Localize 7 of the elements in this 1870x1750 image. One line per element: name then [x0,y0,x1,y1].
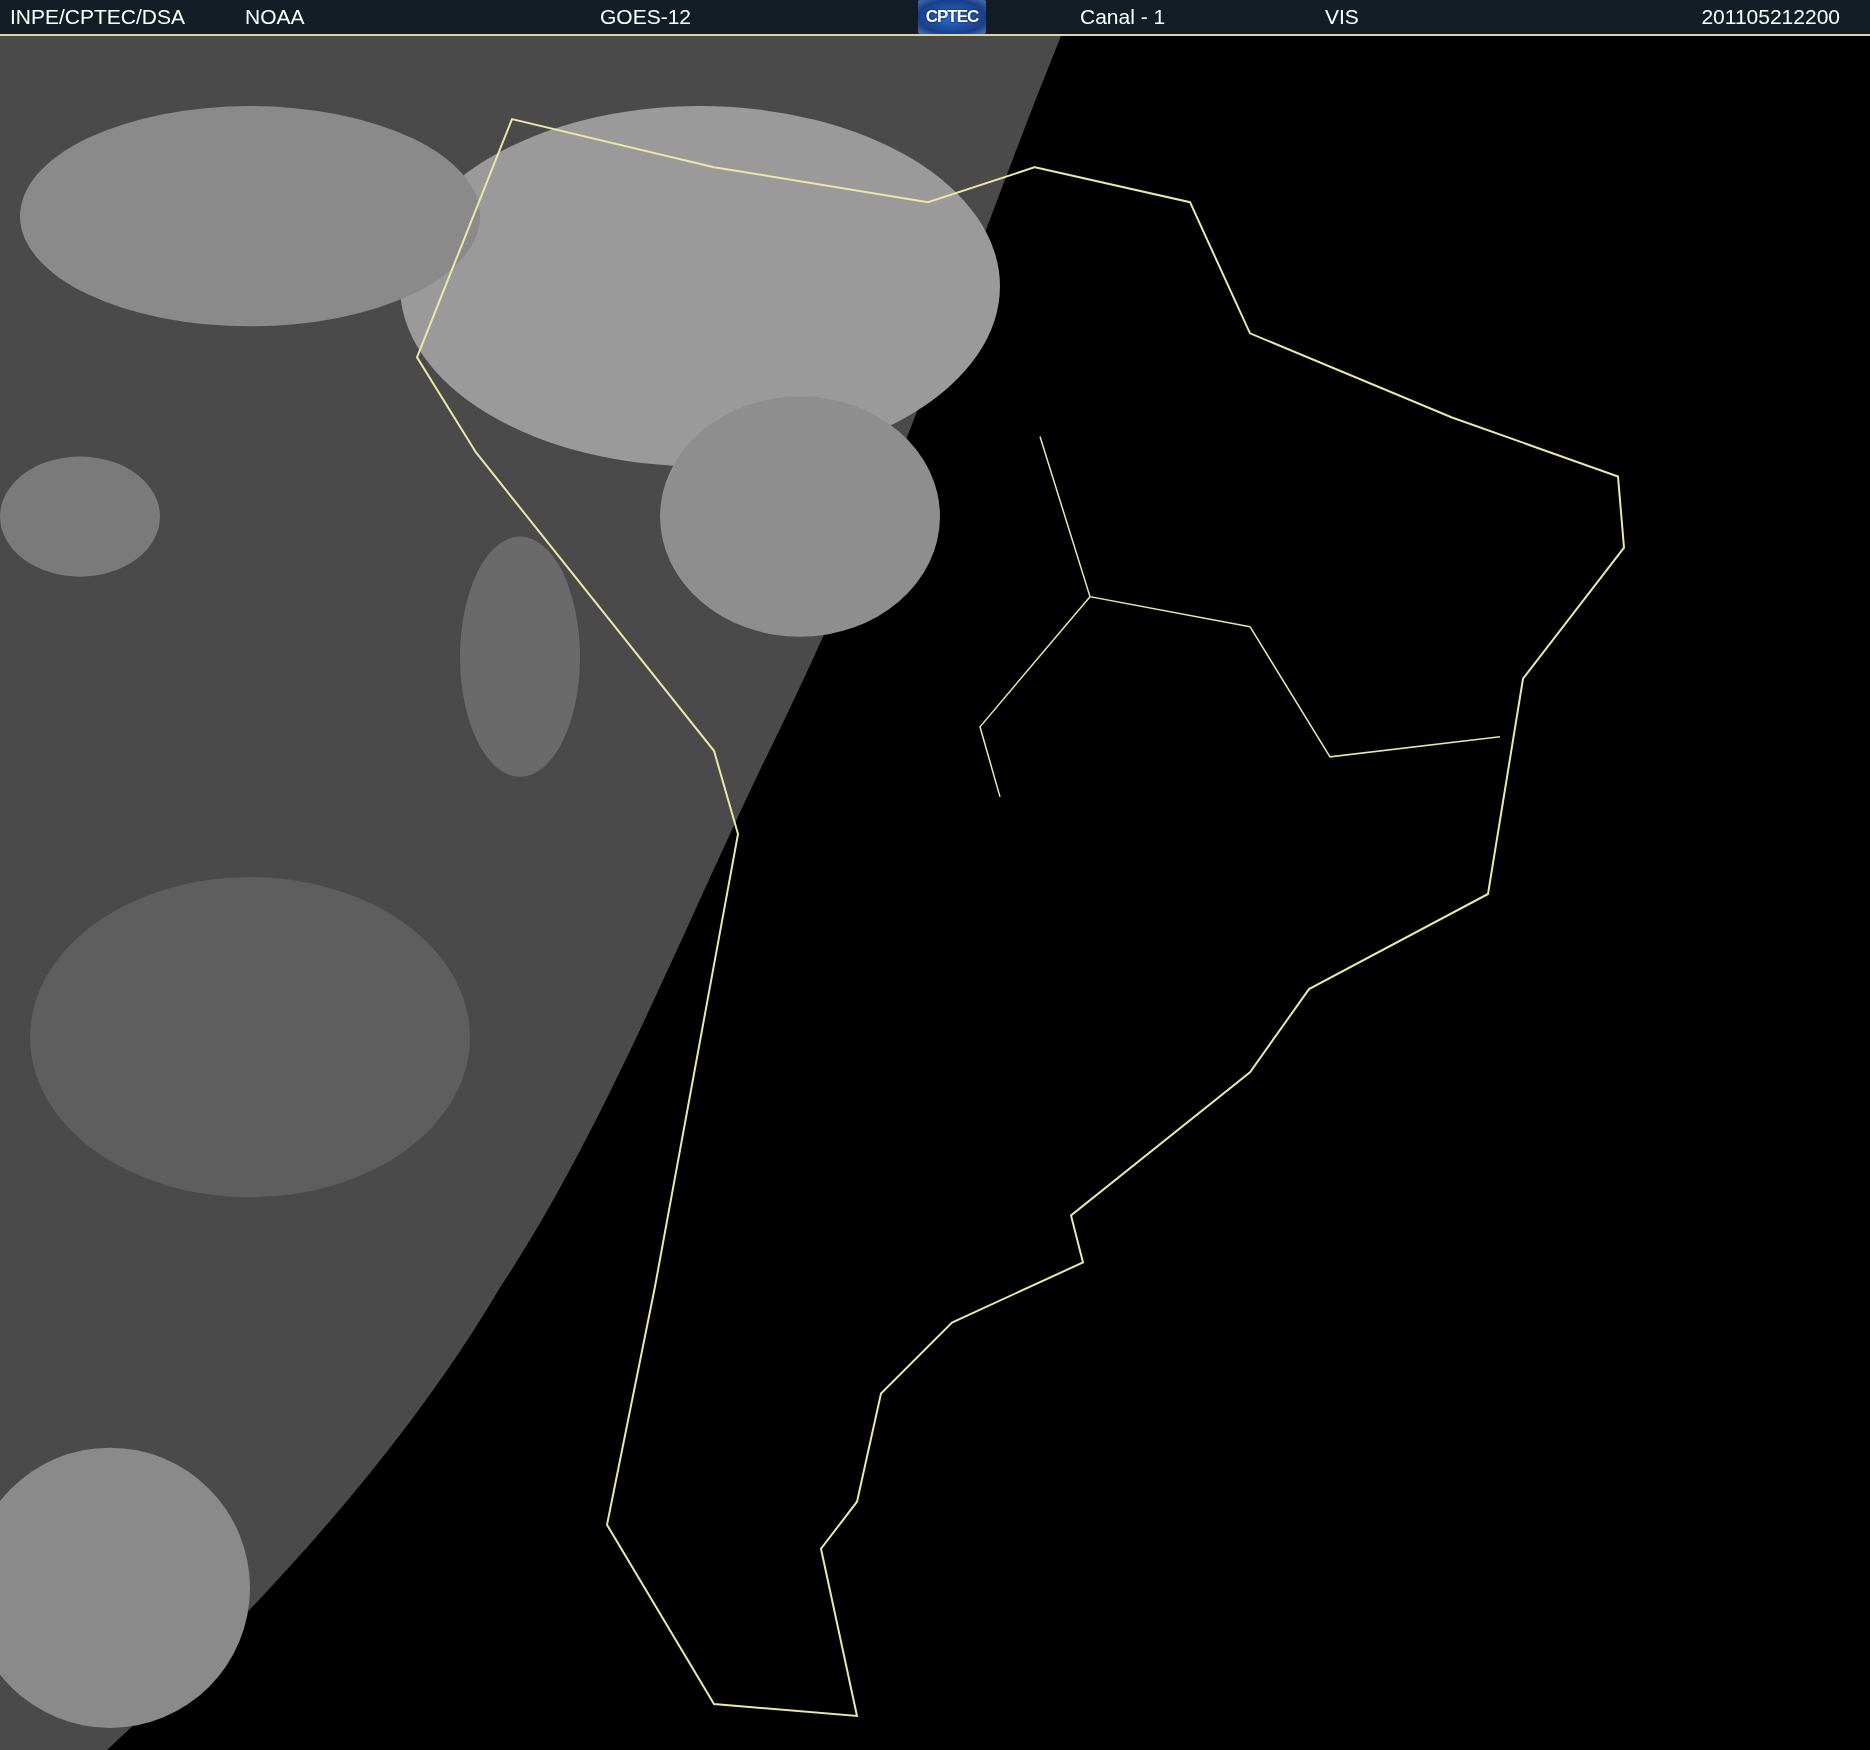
header-label: Canal - 1 [1080,5,1166,29]
header-label: INPE/CPTEC/DSA [10,5,186,29]
header-label: GOES-12 [600,5,692,29]
header-label: NOAA [245,5,305,29]
logo: CPTEC [918,0,986,34]
header-label: 201105212200 [1701,5,1840,29]
header-label: VIS [1325,5,1359,29]
